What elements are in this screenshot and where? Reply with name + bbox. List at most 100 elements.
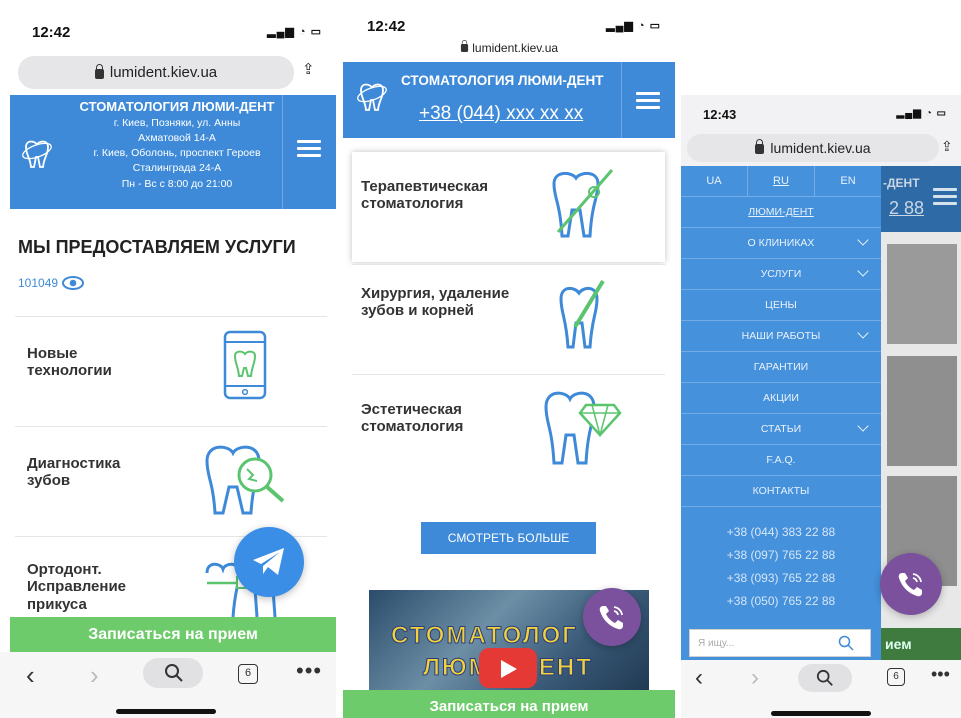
menu-item[interactable]: СТАТЬИ bbox=[681, 414, 881, 445]
service-title: Хирургия, удаление зубов и корней bbox=[361, 285, 510, 320]
share-icon[interactable]: ⇪ bbox=[302, 60, 315, 78]
address-bar[interactable]: lumident.kiev.ua bbox=[343, 40, 675, 55]
tooth-tool-icon bbox=[552, 169, 614, 238]
menu-item[interactable]: ЦЕНЫ bbox=[681, 290, 881, 321]
lang-en[interactable]: EN bbox=[815, 166, 881, 196]
forward-icon[interactable]: › bbox=[751, 664, 759, 692]
tabs-button[interactable]: 6 bbox=[238, 664, 258, 684]
tabs-button[interactable]: 6 bbox=[887, 668, 905, 686]
viber-button[interactable] bbox=[583, 588, 641, 646]
logo-icon bbox=[357, 83, 387, 111]
clinic-title: СТОМАТОЛОГИЯ ЛЮМИ-ДЕНТ bbox=[79, 99, 275, 114]
menu-item[interactable]: КОНТАКТЫ bbox=[681, 476, 881, 507]
clinic-title: СТОМАТОЛОГИЯ ЛЮМИ-ДЕНТ bbox=[401, 73, 604, 88]
menu-item[interactable]: ЛЮМИ-ДЕНТ bbox=[681, 197, 881, 228]
search-icon[interactable] bbox=[838, 635, 854, 651]
services-heading: МЫ ПРЕДОСТАВЛЯЕМ УСЛУГИ bbox=[18, 237, 296, 257]
signal-wifi-battery-icon: ▂▄▆ ◔ ▭ bbox=[267, 26, 322, 38]
card-behind bbox=[887, 244, 957, 344]
youtube-play-icon[interactable] bbox=[479, 648, 537, 688]
menu-item[interactable]: ГАРАНТИИ bbox=[681, 352, 881, 383]
menu-item-label: ЛЮМИ-ДЕНТ bbox=[748, 206, 814, 218]
address-bar[interactable]: lumident.kiev.ua bbox=[18, 56, 294, 89]
hamburger-menu-icon[interactable] bbox=[636, 92, 660, 109]
service-card-new-tech[interactable]: Новые технологии bbox=[15, 316, 327, 426]
telegram-button[interactable] bbox=[234, 527, 304, 597]
viber-button[interactable] bbox=[880, 553, 942, 615]
viber-phone-icon bbox=[898, 573, 922, 597]
chevron-down-icon[interactable] bbox=[857, 327, 869, 339]
status-bar: 12:42 ▂▄▆ ◔ ▭ bbox=[0, 0, 336, 41]
lang-ua[interactable]: UA bbox=[681, 166, 748, 196]
phone-screen-3: 12:43 ▂▄▆ ◔ ▭ lumident.kiev.ua ⇪ -ДЕНТ 2… bbox=[681, 95, 961, 718]
service-card-aesthetic[interactable]: Эстетическая стоматология bbox=[352, 374, 665, 484]
chevron-down-icon[interactable] bbox=[857, 265, 869, 277]
phone-number[interactable]: +38 (097) 765 22 88 bbox=[681, 544, 881, 567]
service-title: Новые технологии bbox=[27, 345, 112, 380]
menu-item[interactable]: НАШИ РАБОТЫ bbox=[681, 321, 881, 352]
smartphone-tooth-icon bbox=[223, 330, 267, 400]
service-card-therapy[interactable]: Терапевтическая стоматология bbox=[352, 152, 665, 262]
search-button[interactable] bbox=[143, 658, 203, 688]
service-title: Терапевтическая стоматология bbox=[361, 178, 489, 213]
hamburger-menu-icon[interactable] bbox=[297, 140, 321, 157]
browser-toolbar: ‹ › 6 ••• bbox=[681, 660, 961, 718]
menu-item-label: ГАРАНТИИ bbox=[753, 361, 809, 373]
service-title: Ортодонт. Исправление прикуса bbox=[27, 561, 127, 613]
menu-item[interactable]: АКЦИИ bbox=[681, 383, 881, 414]
back-icon[interactable]: ‹ bbox=[26, 660, 35, 691]
working-hours: Пн - Вс с 8:00 до 21:00 bbox=[121, 178, 233, 190]
menu-item-label: О КЛИНИКАХ bbox=[747, 237, 815, 249]
menu-item-label: УСЛУГИ bbox=[760, 268, 802, 280]
search-field[interactable]: Я ищу... bbox=[689, 629, 871, 657]
chevron-down-icon[interactable] bbox=[857, 420, 869, 432]
address-poznyaki: г. Киев, Позняки, ул. Анны Ахматовой 14-… bbox=[113, 117, 241, 144]
eye-icon bbox=[62, 276, 85, 290]
book-appointment-button[interactable]: Записаться на прием bbox=[343, 690, 675, 718]
views-count: 101049 bbox=[18, 276, 59, 290]
signal-wifi-battery-icon: ▂▄▆ ◔ ▭ bbox=[896, 108, 947, 119]
site-header: СТОМАТОЛОГИЯ ЛЮМИ-ДЕНТ г. Киев, Позняки,… bbox=[10, 95, 336, 209]
tooth-scalpel-icon bbox=[559, 279, 605, 349]
chevron-down-icon[interactable] bbox=[857, 234, 869, 246]
tooth-magnifier-icon bbox=[205, 445, 285, 515]
search-icon bbox=[165, 664, 183, 682]
header-behind: -ДЕНТ 2 88 bbox=[881, 166, 961, 232]
address-bar[interactable]: lumident.kiev.ua bbox=[687, 134, 939, 162]
menu-item-label: КОНТАКТЫ bbox=[752, 485, 810, 497]
phone-number[interactable]: +38 (044) 383 22 88 bbox=[681, 521, 881, 544]
address-obolon: г. Киев, Оболонь, проспект Героев Сталин… bbox=[93, 147, 261, 174]
service-title: Диагностика зубов bbox=[27, 455, 121, 490]
back-icon[interactable]: ‹ bbox=[695, 664, 703, 692]
url-text: lumident.kiev.ua bbox=[109, 64, 218, 81]
menu-item[interactable]: F.A.Q. bbox=[681, 445, 881, 476]
lang-ru[interactable]: RU bbox=[748, 166, 815, 196]
header-phone-link[interactable]: +38 (044) xxx xx xx bbox=[419, 103, 583, 125]
more-icon[interactable]: ••• bbox=[296, 658, 322, 684]
hamburger-menu-icon[interactable] bbox=[933, 188, 957, 205]
more-icon[interactable]: ••• bbox=[931, 664, 950, 685]
phone-number[interactable]: +38 (050) 765 22 88 bbox=[681, 590, 881, 613]
status-time: 12:43 bbox=[703, 107, 737, 122]
video-title-line1: СТОМАТОЛОГ bbox=[391, 622, 578, 650]
service-card-surgery[interactable]: Хирургия, удаление зубов и корней bbox=[352, 264, 665, 374]
book-appointment-button[interactable]: Записаться на прием bbox=[10, 617, 336, 652]
lock-icon bbox=[94, 63, 104, 79]
menu-item[interactable]: О КЛИНИКАХ bbox=[681, 228, 881, 259]
menu-item[interactable]: УСЛУГИ bbox=[681, 259, 881, 290]
logo-icon bbox=[22, 140, 52, 168]
forward-icon[interactable]: › bbox=[90, 660, 99, 691]
service-card-diagnostics[interactable]: Диагностика зубов bbox=[15, 426, 327, 536]
search-button[interactable] bbox=[798, 664, 852, 692]
header-phone-behind: 2 88 bbox=[889, 198, 925, 218]
search-placeholder: Я ищу... bbox=[698, 638, 735, 649]
views-counter: 101049 bbox=[18, 276, 85, 290]
share-icon[interactable]: ⇪ bbox=[941, 138, 953, 155]
phone-number[interactable]: +38 (093) 765 22 88 bbox=[681, 567, 881, 590]
status-time: 12:42 bbox=[32, 24, 71, 41]
menu-item-label: НАШИ РАБОТЫ bbox=[741, 330, 821, 342]
site-header: СТОМАТОЛОГИЯ ЛЮМИ-ДЕНТ +38 (044) xxx xx … bbox=[343, 62, 675, 138]
service-title: Эстетическая стоматология bbox=[361, 401, 464, 436]
see-more-button[interactable]: СМОТРЕТЬ БОЛЬШЕ bbox=[421, 522, 596, 554]
lock-icon bbox=[755, 139, 765, 154]
